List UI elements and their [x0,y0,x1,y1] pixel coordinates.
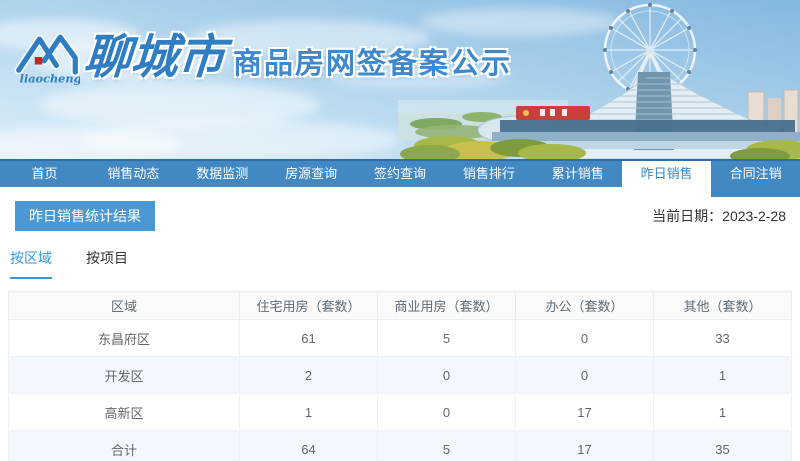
table-row: 开发区 2 0 0 1 [8,356,793,394]
cell-value: 17 [514,393,654,431]
current-date-value: 2023-2-28 [722,208,786,224]
view-tabs: 按区域 按项目 [8,248,792,279]
column-header: 住宅用房（套数） [238,291,378,320]
column-header: 商业用房（套数） [376,291,516,320]
cell-value: 17 [514,430,654,461]
nav-tab-2[interactable]: 销售动态 [88,161,178,187]
site-logo-icon: liaocheng [14,32,80,85]
cell-value: 0 [376,356,516,394]
cell-value: 1 [652,393,793,431]
cell-value: 5 [376,319,516,357]
cell-value: 0 [514,319,654,357]
sales-table: 区域 住宅用房（套数） 商业用房（套数） 办公（套数） 其他（套数） 东昌府区 61 5 0 3… [8,291,793,461]
main-nav: 首页 销售动态 数据监测 房源查询 签约查询 销售排行 累计销售 昨日销售 合同注销 [0,159,800,197]
column-header: 区域 [8,291,240,320]
view-tab-1[interactable]: 按区域 [10,248,52,279]
nav-tab-6[interactable]: 销售排行 [444,161,534,187]
cell-value: 64 [238,430,378,461]
cell-region: 高新区 [8,393,240,431]
current-date-label: 当前日期： [652,208,723,224]
main-content: 昨日销售统计结果 当前日期：2023-2-28 按区域 按项目 区域 住宅用房（套数… [0,201,800,461]
nav-tab-5[interactable]: 签约查询 [355,161,445,187]
nav-tab-7[interactable]: 累计销售 [533,161,623,187]
cell-region: 东昌府区 [8,319,240,357]
cell-region: 开发区 [8,356,240,394]
nav-tab-1[interactable]: 首页 [0,161,89,187]
cell-value: 61 [238,319,378,357]
section-title-badge: 昨日销售统计结果 [15,201,155,231]
cell-value: 0 [376,393,516,431]
cell-value: 2 [238,356,378,394]
site-header: liaocheng 聊城市 商品房网签备案公示 [0,0,800,159]
table-row: 东昌府区 61 5 0 33 [8,319,793,357]
nav-tab-9[interactable]: 合同注销 [711,161,800,197]
cell-value: 1 [652,356,793,394]
cell-value: 35 [652,430,793,461]
cell-value: 33 [652,319,793,357]
table-header-row: 区域 住宅用房（套数） 商业用房（套数） 办公（套数） 其他（套数） [8,291,793,320]
logo-wordmark: liaocheng [20,71,80,85]
view-tab-2[interactable]: 按项目 [86,248,128,279]
nav-tab-4[interactable]: 房源查询 [266,161,356,187]
table-row: 高新区 1 0 17 1 [8,393,793,431]
app-window: liaocheng 聊城市 商品房网签备案公示 首页 销售动态 数据监测 房源查询 签约… [0,0,800,461]
cell-value: 1 [238,393,378,431]
nav-tab-3[interactable]: 数据监测 [177,161,267,187]
nav-tab-8[interactable]: 昨日销售 [622,161,712,187]
title-row: 昨日销售统计结果 当前日期：2023-2-28 [8,201,792,231]
current-date: 当前日期：2023-2-28 [652,206,792,226]
brand: liaocheng 聊城市 商品房网签备案公示 [14,26,512,88]
site-title: 商品房网签备案公示 [233,47,513,80]
column-header: 其他（套数） [652,291,793,320]
cell-value: 0 [514,356,654,394]
column-header: 办公（套数） [514,291,654,320]
site-title-script: 聊城市 [82,29,227,85]
cell-value: 5 [376,430,516,461]
table-row: 合计 64 5 17 35 [8,430,793,461]
cell-region: 合计 [8,430,240,461]
